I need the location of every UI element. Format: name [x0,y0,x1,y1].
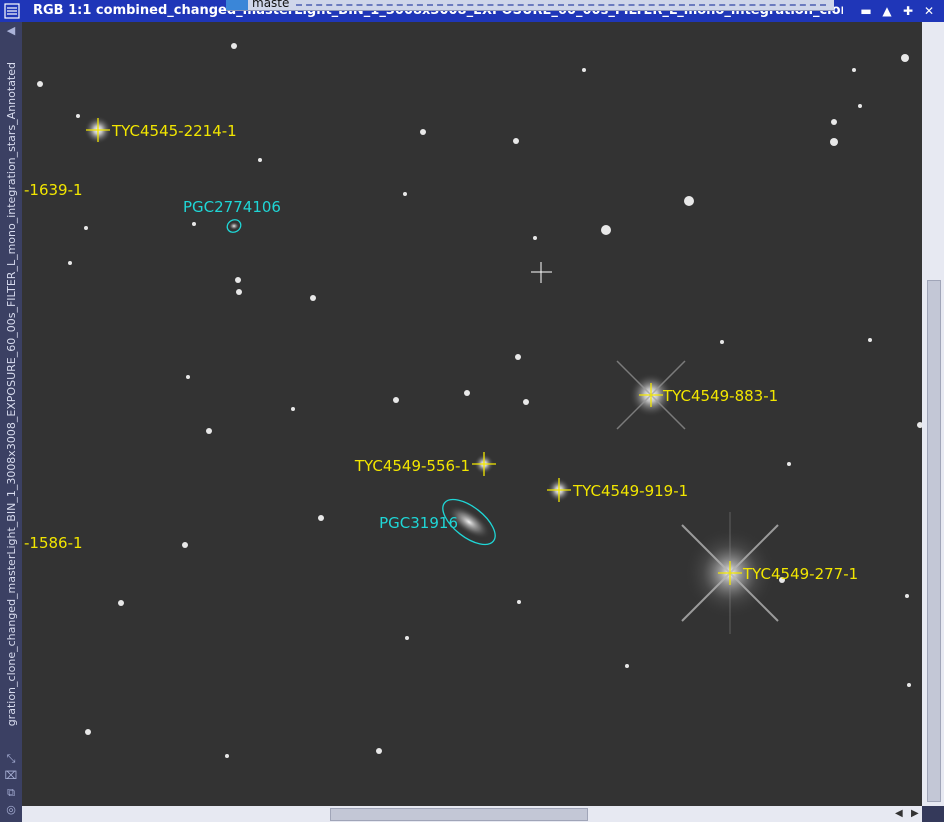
star-label: TYC4549-556-1 [354,457,470,475]
galaxy-label: PGC2774106 [183,198,281,216]
annotated-star-field: TYC4545-2214-1 -1639-1 TYC4549-883-1 TYC454… [22,22,922,806]
horizontal-scrollbar[interactable]: ◀ ▶ [22,806,922,822]
minimize-button[interactable]: ▬ [858,4,874,18]
window-menu-icon[interactable] [4,3,20,19]
star-label: -1639-1 [24,181,83,199]
cube-icon [226,0,248,10]
resize-icon[interactable]: ⤡ [4,752,18,766]
left-side-bar: ◀ gration_clone_changed_masterLight_BIN_… [0,22,22,822]
copy-icon[interactable]: ⧉ [4,786,18,800]
image-window: RGB 1:1 combined_changed_masterLight_BIN… [0,0,944,822]
overlapping-window-title-remainder [296,4,826,8]
star-label: -1586-1 [24,534,83,552]
vertical-image-identifier-text: gration_clone_changed_masterLight_BIN_1_… [5,62,18,727]
overlapping-window-title: maste [252,0,290,10]
vertical-scrollbar[interactable] [922,22,944,806]
star-label: TYC4549-919-1 [572,482,688,500]
side-arrow-icon[interactable]: ◀ [4,24,18,38]
vertical-scroll-thumb[interactable] [927,280,941,802]
title-bar[interactable]: RGB 1:1 combined_changed_masterLight_BIN… [0,0,944,22]
galaxy-pgc2774106-image [229,222,239,230]
lock-icon[interactable]: ◎ [4,803,18,817]
maximize-button[interactable]: ✚ [900,4,916,18]
crop-icon[interactable]: ⌧ [4,769,18,783]
vertical-image-identifier: gration_clone_changed_masterLight_BIN_1_… [5,62,19,812]
scroll-right-arrow-icon[interactable]: ▶ [911,808,919,819]
star-label: TYC4549-277-1 [742,565,858,583]
galaxy-label: PGC31916 [379,514,458,532]
close-button[interactable]: ✕ [921,4,937,18]
scroll-left-arrow-icon[interactable]: ◀ [895,808,903,819]
star-label: TYC4549-883-1 [662,387,778,405]
star-label: TYC4545-2214-1 [111,122,237,140]
shade-button[interactable]: ▲ [879,4,895,18]
horizontal-scroll-thumb[interactable] [330,808,588,821]
image-canvas[interactable]: TYC4545-2214-1 -1639-1 TYC4549-883-1 TYC454… [22,22,922,806]
overlapping-window-tab[interactable]: maste [226,0,834,11]
